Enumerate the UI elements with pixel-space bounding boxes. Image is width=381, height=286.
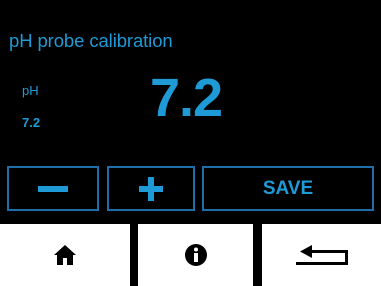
info-icon — [184, 244, 207, 266]
return-icon — [295, 245, 348, 265]
parameter-label: pH — [22, 83, 39, 98]
calibration-screen: pH probe calibration pH 7.2 7.2 SAVE — [0, 0, 381, 286]
parameter-small-value: 7.2 — [22, 115, 41, 130]
screen-title: pH probe calibration — [9, 30, 173, 51]
plus-icon — [139, 176, 163, 201]
save-button[interactable]: SAVE — [202, 166, 374, 211]
increase-button[interactable] — [107, 166, 195, 211]
info-button[interactable] — [138, 224, 253, 286]
home-button[interactable] — [0, 224, 130, 286]
save-button-label: SAVE — [262, 177, 314, 199]
back-button[interactable] — [262, 224, 381, 286]
ph-reading-value: 7.2 — [150, 68, 223, 128]
home-icon — [54, 245, 76, 265]
decrease-button[interactable] — [7, 166, 99, 211]
minus-icon — [38, 185, 68, 192]
